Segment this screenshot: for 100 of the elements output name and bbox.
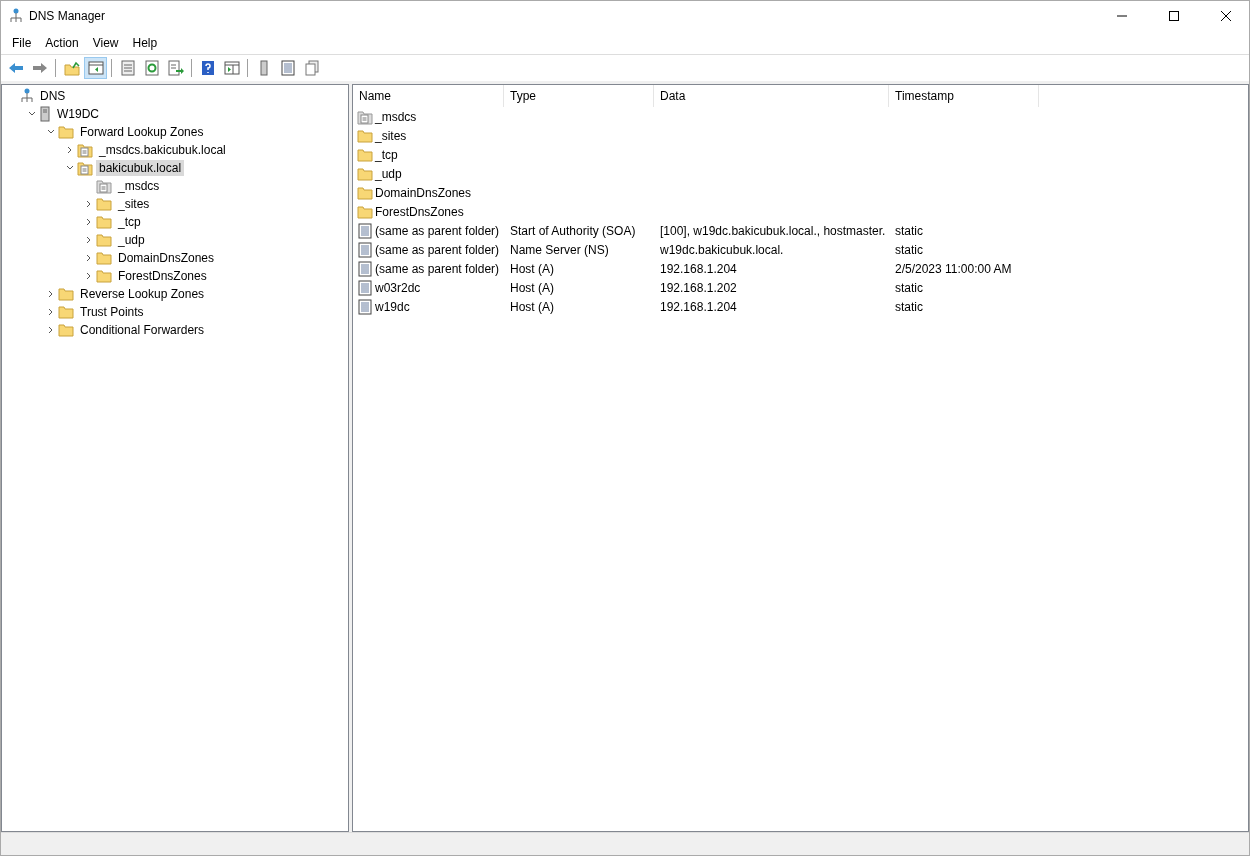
chevron-down-icon[interactable] (66, 164, 74, 172)
chevron-down-icon[interactable] (47, 128, 55, 136)
folder-icon (96, 197, 112, 211)
table-cell-text: 192.168.1.202 (659, 280, 738, 295)
tree-item[interactable]: _msdcs (115, 178, 163, 194)
folder-icon (96, 251, 112, 265)
chevron-right-icon[interactable] (85, 200, 93, 208)
network-icon (20, 88, 34, 104)
column-header[interactable]: Timestamp (889, 85, 1039, 107)
menu-item[interactable]: View (85, 33, 126, 52)
table-cell: _sites (375, 128, 407, 143)
folder-icon (96, 233, 112, 247)
table-cell-text: w19dc.bakicubuk.local. (659, 242, 785, 257)
folder-icon (357, 128, 373, 143)
network-icon (9, 8, 23, 24)
table-cell: (same as parent folder) (375, 223, 500, 238)
table-cell: ForestDnsZones (375, 204, 464, 219)
table-cell-text: [100], w19dc.bakicubuk.local., hostmaster. (659, 223, 887, 238)
table-cell-text: 192.168.1.204 (659, 261, 738, 276)
toolbar-button[interactable] (84, 57, 107, 79)
column-header[interactable]: Type (504, 85, 654, 107)
tree-item[interactable]: W19DC (54, 106, 102, 122)
table-cell: w03r2dc (375, 280, 421, 295)
table-cell-text: static (894, 280, 924, 295)
tree-item[interactable]: Trust Points (77, 304, 147, 320)
table-cell-text: static (894, 242, 924, 257)
server-icon (39, 106, 51, 122)
column-header[interactable]: Data (654, 85, 889, 107)
table-cell-text: 2/5/2023 11:00:00 AM (894, 261, 1013, 276)
tree-item[interactable]: _sites (115, 196, 153, 212)
window-title: DNS Manager (29, 9, 107, 23)
tree-item[interactable]: bakicubuk.local (96, 160, 185, 176)
help-icon (199, 60, 216, 76)
table-cell: _udp (375, 166, 402, 181)
export-list-icon (167, 60, 184, 76)
folder-icon (58, 305, 74, 319)
folder-up-icon (63, 60, 80, 76)
maximize-icon (1169, 11, 1179, 21)
folder-icon (96, 269, 112, 283)
table-cell-text: static (894, 223, 924, 238)
copy-icon (303, 60, 320, 76)
menu-item[interactable]: Action (38, 33, 86, 52)
table-cell-text: Host (A) (509, 261, 555, 276)
list-icon (279, 60, 296, 76)
record-icon (357, 241, 373, 258)
column-header[interactable]: Name (353, 85, 504, 107)
chevron-right-icon[interactable] (85, 254, 93, 262)
chevron-right-icon[interactable] (85, 272, 93, 280)
table-cell: (same as parent folder) (375, 261, 500, 276)
pane-icon (87, 60, 104, 76)
menu-item[interactable]: File (5, 33, 39, 52)
properties-icon (119, 60, 136, 76)
table-cell-text: Host (A) (509, 280, 555, 295)
table-cell: _msdcs (375, 109, 417, 124)
record-icon (357, 279, 373, 296)
tree-item[interactable]: Forward Lookup Zones (77, 124, 207, 140)
menu-item[interactable]: Help (125, 33, 165, 52)
tree-item[interactable]: DomainDnsZones (115, 250, 218, 266)
tree-item[interactable]: Conditional Forwarders (77, 322, 208, 338)
close-icon (1221, 11, 1231, 21)
record-icon (357, 222, 373, 239)
folder-icon (96, 215, 112, 229)
folder-document-icon (77, 142, 93, 158)
chevron-down-icon[interactable] (28, 110, 36, 118)
document-icon (357, 108, 373, 125)
tree-item[interactable]: _msdcs.bakicubuk.local (96, 142, 229, 158)
folder-icon (58, 323, 74, 337)
tree-item[interactable]: DNS (37, 88, 69, 104)
document-icon (96, 178, 112, 194)
record-icon (357, 260, 373, 277)
table-cell: (same as parent folder) (375, 242, 500, 257)
folder-icon (357, 204, 373, 219)
table-cell-text: 192.168.1.204 (659, 299, 738, 314)
chevron-right-icon[interactable] (85, 218, 93, 226)
folder-icon (58, 287, 74, 301)
folder-icon (58, 125, 74, 139)
folder-icon (357, 147, 373, 162)
table-cell: DomainDnsZones (375, 185, 472, 200)
tree-item[interactable]: _udp (115, 232, 148, 248)
chevron-right-icon[interactable] (47, 308, 55, 316)
back-arrow-icon (7, 60, 24, 76)
table-cell-text: Start of Authority (SOA) (509, 223, 637, 238)
folder-icon (357, 166, 373, 181)
pane-icon (223, 60, 240, 76)
tree-item[interactable]: Reverse Lookup Zones (77, 286, 208, 302)
tree-item[interactable]: _tcp (115, 214, 144, 230)
table-cell-text: Name Server (NS) (509, 242, 610, 257)
record-icon (357, 298, 373, 315)
chevron-right-icon[interactable] (47, 290, 55, 298)
table-cell-text: static (894, 299, 924, 314)
chevron-right-icon[interactable] (47, 326, 55, 334)
chevron-right-icon[interactable] (66, 146, 74, 154)
chevron-right-icon[interactable] (85, 236, 93, 244)
folder-icon (357, 185, 373, 200)
folder-document-icon (77, 160, 93, 176)
table-cell: w19dc (375, 299, 410, 314)
table-cell-text: Host (A) (509, 299, 555, 314)
tree-item[interactable]: ForestDnsZones (115, 268, 210, 284)
refresh-icon (143, 60, 160, 76)
forward-arrow-icon (31, 60, 48, 76)
